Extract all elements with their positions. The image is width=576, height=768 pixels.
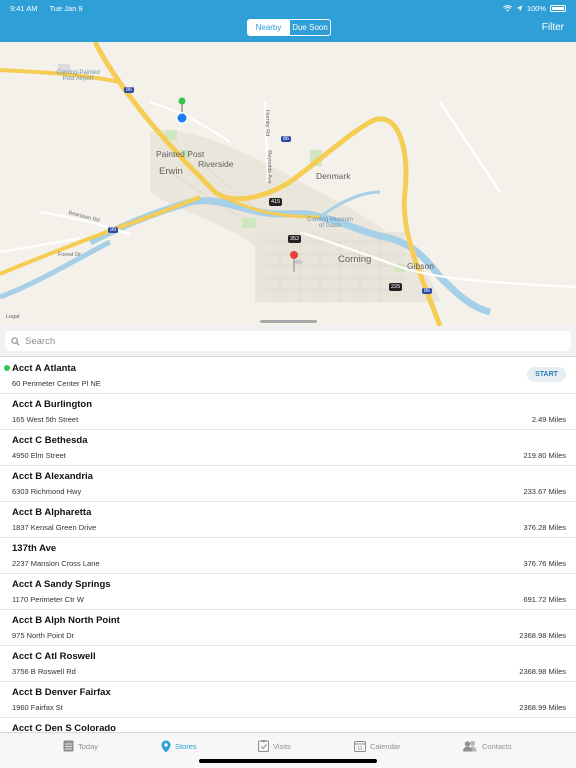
store-name: Acct A Burlington [12, 399, 93, 410]
store-address: 165 West 5th Street [12, 415, 79, 424]
tab-visits[interactable]: Visits [258, 740, 291, 752]
map-legal-link[interactable]: Legal [6, 314, 19, 320]
location-arrow-icon [516, 4, 523, 12]
visits-icon [258, 740, 269, 752]
status-date: Tue Jan 9 [49, 3, 83, 13]
drawer-handle[interactable] [260, 320, 317, 323]
tab-label: Calendar [370, 741, 401, 751]
shield-i99: 99 [108, 227, 119, 233]
store-address: 60 Perimeter Center Pl NE [12, 379, 101, 388]
battery-percent: 100% [526, 3, 546, 13]
store-name: 137th Ave [12, 543, 57, 554]
store-name: Acct C Den S Colorado [12, 723, 116, 732]
store-distance: 376.28 Miles [523, 523, 566, 532]
search-icon [11, 336, 20, 346]
store-name: Acct B Alexandria [12, 471, 93, 482]
segment-due-soon[interactable]: Due Soon [289, 20, 330, 35]
store-row[interactable]: Acct A Atlanta 60 Perimeter Center Pl NE… [0, 358, 576, 394]
search-input[interactable] [25, 335, 525, 347]
store-distance: 2.49 Miles [531, 415, 566, 424]
map-label-reynolds: Reynolds Ave [265, 150, 272, 184]
map-view[interactable]: 86 86 99 86 415 352 225 Corning-Painted … [0, 42, 576, 326]
store-name: Acct B Alph North Point [12, 615, 120, 626]
store-row[interactable]: Acct A Burlington 165 West 5th Street 2.… [0, 394, 576, 430]
contacts-icon [463, 741, 477, 752]
shield-route-352: 352 [288, 235, 302, 243]
search-bar-container [0, 326, 576, 357]
filter-button[interactable]: Filter [542, 22, 564, 33]
store-row[interactable]: 137th Ave 2237 Mansion Cross Lane 376.76… [0, 538, 576, 574]
store-row[interactable]: Acct C Den S Colorado [0, 718, 576, 732]
map-label-airport: Corning-Painted Post Airport [56, 70, 100, 82]
today-icon [63, 740, 74, 752]
store-address: 2237 Mansion Cross Lane [12, 559, 100, 568]
store-address: 6303 Richmond Hwy [12, 487, 82, 496]
segmented-control: Nearby Due Soon [247, 19, 331, 36]
map-label-painted-post: Painted Post [156, 149, 205, 159]
calendar-icon: 11 [354, 741, 366, 752]
store-name: Acct C Atl Roswell [12, 651, 96, 662]
store-name: Acct A Sandy Springs [12, 579, 111, 590]
map-label-denmark: Denmark [316, 171, 351, 181]
tab-calendar[interactable]: 11 Calendar [354, 740, 400, 752]
map-label-hornby: Hornby Rd [264, 109, 271, 137]
store-row[interactable]: Acct A Sandy Springs 1170 Perimeter Ctr … [0, 574, 576, 610]
tab-label: Stores [175, 742, 197, 751]
tab-label: Today [78, 741, 99, 751]
home-indicator [199, 759, 377, 763]
store-name: Acct A Atlanta [12, 363, 76, 374]
store-row[interactable]: Acct B Denver Fairfax 1960 Fairfax St 23… [0, 682, 576, 718]
shield-route-415: 415 [269, 198, 283, 206]
map-canvas [0, 42, 576, 326]
tab-contacts[interactable]: Contacts [462, 740, 512, 752]
tab-stores[interactable]: Stores [161, 740, 197, 753]
active-indicator [4, 365, 10, 371]
start-button[interactable]: START [527, 367, 566, 382]
store-address: 1960 Fairfax St [12, 703, 63, 712]
store-distance: 233.67 Miles [523, 487, 566, 496]
store-address: 1170 Perimeter Ctr W [12, 595, 84, 604]
location-pin-icon [161, 740, 171, 753]
store-row[interactable]: Acct C Bethesda 4950 Elm Street 219.80 M… [0, 430, 576, 466]
store-list[interactable]: Acct A Atlanta 60 Perimeter Center Pl NE… [0, 358, 576, 732]
store-distance: 691.72 Miles [523, 595, 566, 604]
store-distance: 219.80 Miles [523, 451, 566, 460]
store-distance: 2368.99 Miles [519, 703, 566, 712]
store-row[interactable]: Acct C Atl Roswell 3756 B Roswell Rd 236… [0, 646, 576, 682]
map-label-riverside: Riverside [198, 159, 234, 169]
status-time: 9:41 AM [10, 3, 38, 13]
store-row[interactable]: Acct B Alpharetta 1837 Kensal Green Driv… [0, 502, 576, 538]
calendar-badge: 11 [357, 746, 362, 752]
map-label-erwin: Erwin [159, 166, 183, 177]
store-address: 3756 B Roswell Rd [12, 667, 76, 676]
battery-icon [550, 4, 566, 12]
store-distance: 2368.98 Miles [519, 631, 566, 640]
store-name: Acct C Bethesda [12, 435, 88, 446]
map-label-corning: Corning [338, 254, 372, 265]
store-name: Acct B Denver Fairfax [12, 687, 111, 698]
map-label-museum: Corning Museum of Glass [307, 217, 353, 229]
store-name: Acct B Alpharetta [12, 507, 92, 518]
store-address: 975 North Point Dr [12, 631, 75, 640]
wifi-icon [502, 4, 512, 12]
nav-header: 9:41 AM Tue Jan 9 100% Nearby Due Soon F… [0, 0, 576, 42]
store-address: 4950 Elm Street [12, 451, 66, 460]
store-row[interactable]: Acct B Alexandria 6303 Richmond Hwy 233.… [0, 466, 576, 502]
segment-nearby[interactable]: Nearby [248, 20, 289, 35]
map-label-gibson: Gibson [407, 261, 434, 271]
status-bar: 9:41 AM Tue Jan 9 100% [10, 3, 566, 13]
shield-i86-mid: 86 [281, 136, 292, 142]
tab-today[interactable]: Today [63, 740, 98, 752]
map-label-forest: Forest Dr [58, 252, 81, 258]
store-address: 1837 Kensal Green Drive [12, 523, 97, 532]
tab-label: Visits [273, 741, 291, 751]
shield-route-225: 225 [389, 283, 403, 291]
store-distance: 376.76 Miles [523, 559, 566, 568]
tab-label: Contacts [482, 741, 512, 751]
store-distance: 2368.98 Miles [519, 667, 566, 676]
search-field[interactable] [5, 331, 571, 351]
shield-i86-east: 86 [422, 288, 433, 294]
shield-i86-north: 86 [124, 87, 135, 93]
store-row[interactable]: Acct B Alph North Point 975 North Point … [0, 610, 576, 646]
